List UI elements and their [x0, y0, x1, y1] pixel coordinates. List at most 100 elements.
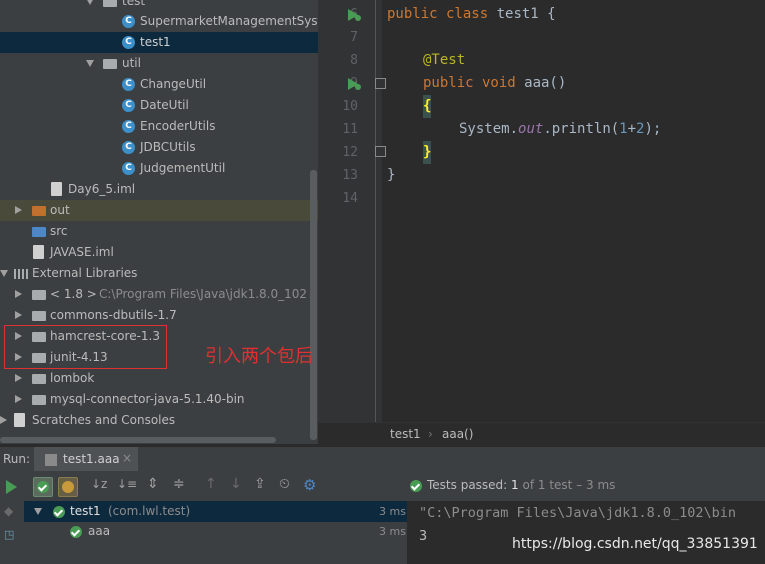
console-output[interactable]: "C:\Program Files\Java\jdk1.8.0_102\bin …	[407, 501, 765, 564]
chevron-down-icon[interactable]	[86, 0, 94, 5]
chevron-right-icon[interactable]	[15, 206, 22, 214]
library-icon	[32, 374, 46, 384]
file-icon	[51, 182, 62, 196]
run-test-icon[interactable]	[346, 7, 362, 23]
folder-icon	[103, 0, 117, 7]
run-tab-bar: Run: test1.aaa ×	[0, 446, 765, 472]
library-icon	[32, 311, 46, 321]
line-number: 10	[342, 99, 358, 114]
tree-item-jdk[interactable]: < 1.8 > C:\Program Files\Java\jdk1.8.0_1…	[0, 284, 318, 305]
chevron-down-icon[interactable]	[0, 270, 8, 277]
test-status: Tests passed: 1 of 1 test – 3 ms	[427, 478, 616, 492]
tree-item-day6-iml[interactable]: Day6_5.iml	[0, 179, 318, 200]
tree-item-out[interactable]: out	[0, 200, 318, 221]
show-passed-button[interactable]	[33, 477, 53, 497]
file-icon	[33, 245, 44, 259]
result-row-aaa[interactable]: aaa 3 ms	[24, 522, 407, 543]
gutter-divider	[375, 0, 376, 422]
coverage-icon[interactable]: ◳	[4, 528, 14, 541]
breadcrumb-item[interactable]: aaa()	[442, 427, 473, 441]
tree-item-test1[interactable]: C test1	[0, 32, 318, 53]
settings-gear-icon[interactable]: ⚙	[303, 476, 316, 494]
run-test-icon[interactable]	[346, 76, 362, 92]
tree-item-javase-iml[interactable]: JAVASE.iml	[0, 242, 318, 263]
tree-item-mysql-connector[interactable]: mysql-connector-java-5.1.40-bin	[0, 389, 318, 410]
code-line: }	[423, 141, 432, 164]
chevron-down-icon[interactable]	[86, 60, 94, 67]
result-row-test1[interactable]: test1 (com.lwl.test) 3 ms	[24, 501, 407, 522]
collapse-all-icon[interactable]: ≑	[173, 476, 185, 492]
test-tab-icon	[45, 454, 57, 466]
chevron-right-icon[interactable]	[15, 311, 22, 319]
class-icon: C	[122, 36, 135, 49]
code-line: {	[423, 95, 432, 118]
pin-icon[interactable]: ◆	[4, 504, 13, 518]
tree-item-lombok[interactable]: lombok	[0, 368, 318, 389]
breadcrumb-separator-icon: ›	[428, 427, 433, 441]
tree-item-scratches[interactable]: Scratches and Consoles	[0, 410, 318, 431]
class-icon: C	[122, 78, 135, 91]
tree-item-commons-dbutils[interactable]: commons-dbutils-1.7	[0, 305, 318, 326]
sort-duration-icon[interactable]: ↓≡	[117, 477, 137, 491]
result-name: aaa	[88, 524, 111, 538]
sort-alpha-icon[interactable]: ↓z	[91, 477, 107, 491]
tab-label: test1.aaa	[63, 452, 120, 466]
line-number: 7	[350, 30, 358, 45]
run-sidebar: ◆ ◳	[0, 501, 24, 564]
project-tree[interactable]: test C SupermarketManagementSyste C test…	[0, 0, 318, 444]
folder-icon	[32, 227, 46, 237]
tree-item-judgementutil[interactable]: C JudgementUtil	[0, 158, 318, 179]
chevron-down-icon[interactable]	[34, 508, 42, 515]
rerun-icon[interactable]	[4, 479, 18, 495]
next-failed-icon[interactable]: ↓	[230, 476, 242, 492]
class-icon: C	[122, 162, 135, 175]
line-number: 14	[342, 191, 358, 206]
class-icon: C	[122, 141, 135, 154]
tree-item-dateutil[interactable]: C DateUtil	[0, 95, 318, 116]
tree-item-supermarket[interactable]: C SupermarketManagementSyste	[0, 11, 318, 32]
chevron-right-icon[interactable]	[15, 290, 22, 298]
chevron-right-icon[interactable]	[15, 395, 22, 403]
expand-all-icon[interactable]: ⇕	[147, 476, 159, 492]
tree-item-external-libraries[interactable]: External Libraries	[0, 263, 318, 284]
tree-item-encoderutils[interactable]: C EncoderUtils	[0, 116, 318, 137]
folder-icon	[103, 59, 117, 69]
chevron-right-icon[interactable]	[0, 416, 7, 424]
class-icon: C	[122, 99, 135, 112]
fold-icon[interactable]	[375, 78, 386, 89]
tree-horizontal-scrollbar[interactable]	[0, 437, 276, 443]
line-number: 13	[342, 168, 358, 183]
tree-scrollbar[interactable]	[310, 170, 317, 440]
breadcrumb-item[interactable]: test1	[390, 427, 421, 441]
line-number: 8	[350, 53, 358, 68]
history-icon[interactable]: ⏲	[279, 476, 290, 492]
line-number: 12	[342, 145, 358, 160]
tree-item-changeutil[interactable]: C ChangeUtil	[0, 74, 318, 95]
result-time: 3 ms	[379, 505, 406, 518]
code-line: public void aaa()	[423, 75, 567, 91]
line-number: 11	[342, 122, 358, 137]
previous-failed-icon[interactable]: ↑	[205, 476, 217, 492]
result-time: 3 ms	[379, 525, 406, 538]
tree-item-src[interactable]: src	[0, 221, 318, 242]
breadcrumb: test1 › aaa()	[318, 422, 765, 445]
class-icon: C	[122, 120, 135, 133]
code-line: System.out.println(1+2);	[459, 121, 662, 137]
test-results-tree[interactable]: test1 (com.lwl.test) 3 ms aaa 3 ms	[24, 501, 407, 564]
console-line: "C:\Program Files\Java\jdk1.8.0_102\bin	[419, 505, 736, 521]
code-line: public class test1 {	[387, 6, 556, 22]
fold-icon[interactable]	[375, 146, 386, 157]
show-ignored-button[interactable]	[58, 477, 78, 497]
library-icon	[32, 290, 46, 300]
run-toolbar: ↓z ↓≡ ⇕ ≑ ↑ ↓ ⇪ ⏲ ⚙ Tests passed: 1 of 1…	[0, 471, 765, 501]
tree-item-util[interactable]: util	[0, 53, 318, 74]
export-icon[interactable]: ⇪	[254, 476, 266, 492]
passed-icon	[53, 506, 65, 518]
tree-item-jdbcutils[interactable]: C JDBCUtils	[0, 137, 318, 158]
annotation-box	[4, 325, 167, 369]
run-label: Run:	[3, 452, 31, 466]
close-icon[interactable]: ×	[122, 451, 132, 465]
library-icon	[14, 269, 28, 279]
chevron-right-icon[interactable]	[15, 374, 22, 382]
library-icon	[32, 395, 46, 405]
